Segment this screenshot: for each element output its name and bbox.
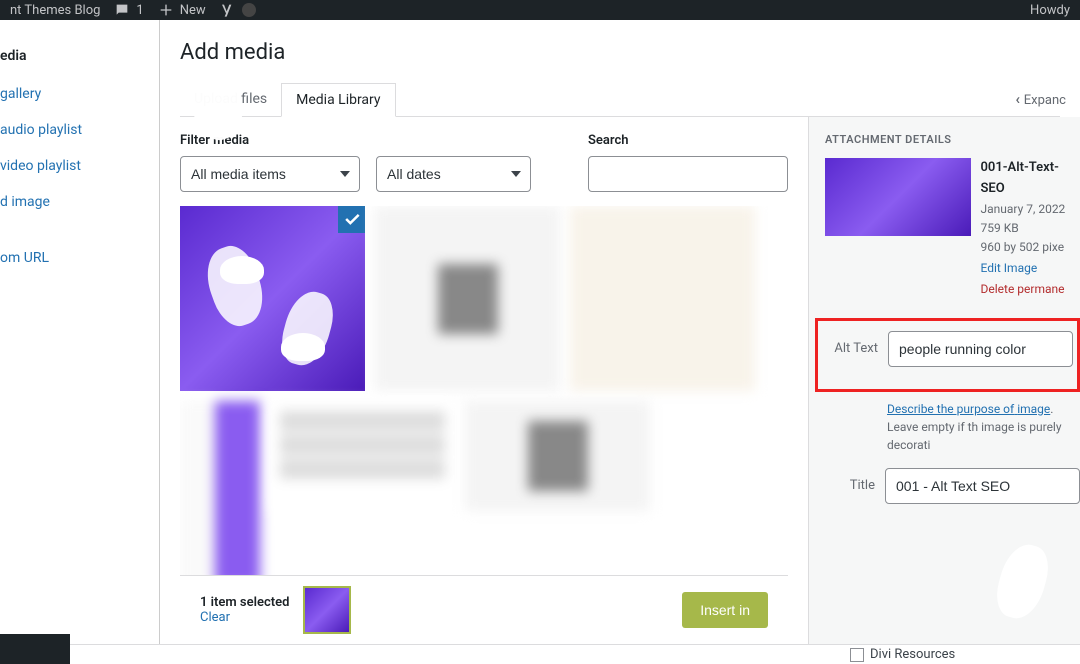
filter-date-label-spacer (376, 133, 531, 148)
search-label: Search (588, 133, 788, 148)
file-icon (438, 264, 498, 334)
filter-type-select[interactable]: All media items (180, 156, 360, 192)
media-item[interactable] (375, 206, 560, 391)
thumbnail-image (305, 588, 349, 632)
media-item[interactable] (180, 401, 260, 575)
edit-image-link[interactable]: Edit Image (981, 259, 1080, 278)
selection-check-icon[interactable] (338, 206, 365, 233)
title-input[interactable] (885, 468, 1080, 504)
admin-bar-account[interactable]: Howdy (1030, 3, 1070, 18)
title-label: Title (825, 478, 875, 493)
category-checkbox[interactable] (850, 648, 864, 662)
sidebar-item-featured-image[interactable]: d image (0, 184, 159, 220)
filter-date-select[interactable]: All dates (376, 156, 531, 192)
sidebar-heading: edia (0, 40, 159, 76)
expand-details-link[interactable]: Expanc (1015, 90, 1066, 108)
alt-text-label: Alt Text (828, 341, 878, 356)
status-dot-icon (242, 3, 256, 17)
sidebar-item-from-url[interactable]: om URL (0, 240, 159, 276)
attachment-date: January 7, 2022 (981, 200, 1080, 219)
category-label: Divi Resources (870, 647, 955, 662)
alt-text-help-link[interactable]: Describe the purpose of image (887, 402, 1050, 416)
sidebar-item-gallery[interactable]: gallery (0, 76, 159, 112)
attachment-details-panel: ATTACHMENT DETAILS 001-Alt-Text-SEO Janu… (808, 117, 1080, 644)
media-item[interactable] (270, 401, 455, 511)
modal-title: Add media (180, 40, 1060, 65)
comment-count: 1 (136, 3, 143, 18)
thumbnail-image (180, 206, 365, 391)
media-action-sidebar: edia gallery audio playlist video playli… (0, 20, 160, 664)
attachment-preview (825, 158, 971, 236)
media-item[interactable] (465, 401, 650, 511)
add-media-modal: Add media Upload files Media Library Exp… (160, 20, 1080, 644)
alt-text-input[interactable] (888, 331, 1073, 367)
delete-attachment-link[interactable]: Delete permane (981, 280, 1080, 299)
selection-thumbnail[interactable] (303, 586, 351, 634)
admin-bar-comments[interactable]: 1 (114, 2, 143, 18)
wp-admin-bar: nt Themes Blog 1 New Howdy (0, 0, 1080, 20)
new-label: New (180, 3, 206, 18)
file-icon (528, 421, 588, 491)
plus-icon (158, 2, 174, 18)
selection-toolbar: 1 item selected Clear Insert in (180, 575, 788, 644)
search-input[interactable] (588, 156, 788, 192)
insert-button[interactable]: Insert in (682, 592, 768, 628)
admin-menu-stub (0, 634, 70, 664)
alt-text-highlight: Alt Text (815, 318, 1080, 392)
media-item[interactable] (570, 206, 755, 391)
tab-media-library[interactable]: Media Library (281, 83, 395, 117)
yoast-icon (220, 2, 236, 18)
admin-bar-new[interactable]: New (158, 2, 206, 18)
attachment-filename: 001-Alt-Text-SEO (981, 158, 1080, 200)
admin-bar-yoast[interactable] (220, 2, 256, 18)
sidebar-item-audio-playlist[interactable]: audio playlist (0, 112, 159, 148)
attachment-filesize: 759 KB (981, 219, 1080, 238)
comment-icon (114, 2, 130, 18)
alt-text-helper: Describe the purpose of image. Leave emp… (887, 400, 1080, 454)
attachment-details-heading: ATTACHMENT DETAILS (825, 133, 1080, 146)
sidebar-item-video-playlist[interactable]: video playlist (0, 148, 159, 184)
admin-bar-site[interactable]: nt Themes Blog (10, 3, 100, 18)
media-grid[interactable] (180, 206, 788, 575)
clear-selection-link[interactable]: Clear (200, 610, 289, 625)
category-checkbox-row: Divi Resources (70, 644, 1080, 664)
selection-count: 1 item selected (200, 595, 289, 610)
media-library-pane: Filter media All media items All dates (160, 117, 808, 644)
media-tabs: Upload files Media Library (180, 83, 1060, 117)
media-item-selected[interactable] (180, 206, 365, 391)
attachment-dimensions: 960 by 502 pixe (981, 238, 1080, 257)
